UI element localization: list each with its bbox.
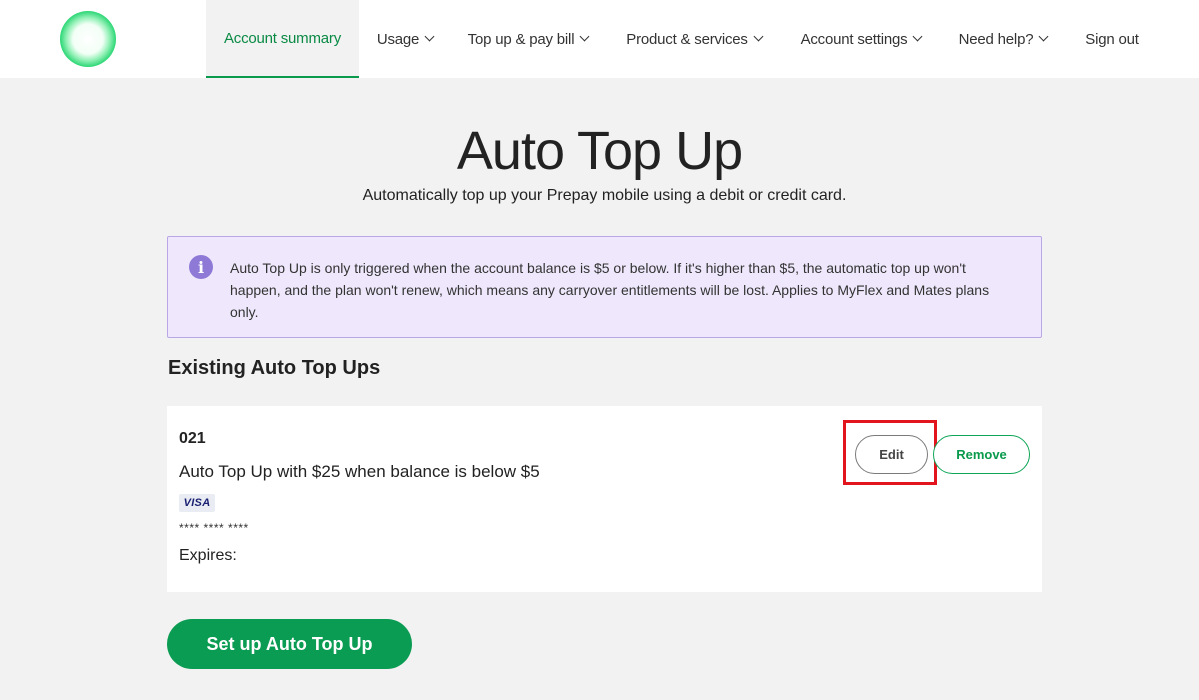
- page-subtitle: Automatically top up your Prepay mobile …: [362, 187, 847, 204]
- nav-products-label: Product & services: [626, 30, 748, 48]
- account-number: 021: [179, 430, 206, 447]
- chevron-down-icon: [912, 31, 923, 42]
- nav-top-up-label: Top up & pay bill: [467, 30, 575, 48]
- brand-logo[interactable]: [60, 11, 116, 67]
- nav-account-summary[interactable]: Account summary: [206, 0, 359, 78]
- nav-top-up[interactable]: Top up & pay bill: [458, 0, 598, 78]
- nav-account-settings[interactable]: Account settings: [790, 0, 932, 78]
- page-title: Auto Top Up: [456, 121, 743, 181]
- chevron-down-icon: [579, 31, 590, 42]
- nav-account-summary-label: Account summary: [223, 29, 342, 47]
- chevron-down-icon: [424, 31, 435, 42]
- nav-need-help[interactable]: Need help?: [951, 0, 1055, 78]
- edit-button[interactable]: Edit: [855, 435, 928, 474]
- nav-usage[interactable]: Usage: [366, 0, 444, 78]
- info-text: Auto Top Up is only triggered when the a…: [230, 260, 990, 320]
- nav-need-help-label: Need help?: [958, 30, 1034, 48]
- chevron-down-icon: [753, 31, 764, 42]
- top-header: Account summary Usage Top up & pay bill …: [0, 0, 1199, 78]
- masked-card-number: **** **** ****: [179, 521, 249, 535]
- set-up-auto-top-up-button[interactable]: Set up Auto Top Up: [167, 619, 412, 669]
- info-banner: i Auto Top Up is only triggered when the…: [167, 236, 1042, 338]
- existing-heading: Existing Auto Top Ups: [168, 357, 381, 379]
- info-icon: i: [189, 255, 213, 279]
- top-up-description: Auto Top Up with $25 when balance is bel…: [179, 462, 540, 481]
- nav-products[interactable]: Product & services: [616, 0, 772, 78]
- nav-account-settings-label: Account settings: [800, 30, 908, 48]
- chevron-down-icon: [1038, 31, 1049, 42]
- nav-sign-out[interactable]: Sign out: [1078, 0, 1146, 78]
- remove-button[interactable]: Remove: [933, 435, 1030, 474]
- visa-icon: VISA: [179, 494, 215, 512]
- nav-usage-label: Usage: [376, 30, 420, 48]
- expires-label: Expires:: [179, 547, 237, 564]
- nav-sign-out-label: Sign out: [1085, 30, 1139, 48]
